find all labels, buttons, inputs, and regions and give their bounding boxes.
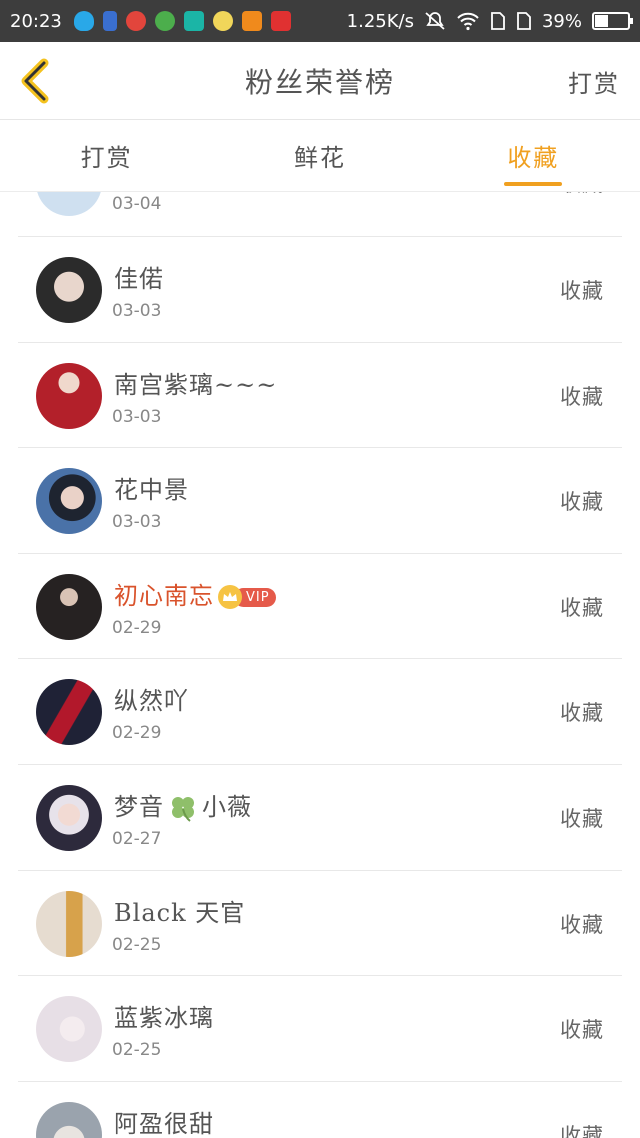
- item-name-part: 小薇: [202, 792, 252, 821]
- item-name: 佳偌: [114, 265, 164, 293]
- back-button[interactable]: [14, 56, 64, 106]
- item-action: 收藏: [560, 1123, 604, 1138]
- avatar: [36, 573, 102, 640]
- qiku-icon: [270, 11, 291, 31]
- tab-flowers[interactable]: 鲜花: [213, 120, 426, 191]
- page-title: 粉丝荣誉榜: [244, 65, 395, 99]
- sim2-icon: [517, 12, 531, 30]
- item-action: 收藏: [560, 384, 604, 409]
- item-name: 梦音 小薇: [114, 787, 252, 824]
- item-action: 收藏: [560, 1018, 604, 1043]
- tab-favorites[interactable]: 收藏: [427, 120, 640, 191]
- avatar: [36, 996, 102, 1063]
- item-action: 收藏: [560, 912, 604, 937]
- status-right: 1.25K/s 39%: [346, 10, 633, 32]
- item-name: 蓝紫冰璃: [114, 1004, 214, 1033]
- reward-button[interactable]: 打赏: [568, 64, 620, 99]
- sim1-icon: [491, 12, 505, 30]
- list-item[interactable]: 佳偌 03-03 收藏: [18, 237, 622, 343]
- tab-label: 打赏: [80, 144, 133, 172]
- status-bar: 20:23 1.25K/s 39%: [0, 0, 640, 42]
- tab-bar: 打赏 鲜花 收藏: [0, 120, 640, 192]
- item-name: 南宫紫璃~~~: [114, 370, 278, 399]
- avatar: [36, 1101, 102, 1138]
- vip-badge: VIP: [218, 585, 276, 610]
- battery-icon: [592, 12, 633, 30]
- item-date: 02-29: [112, 617, 162, 638]
- item-name: 花中景: [114, 476, 189, 505]
- tab-label: 鲜花: [293, 144, 346, 172]
- status-time: 20:23: [10, 10, 62, 32]
- item-date: 03-03: [112, 512, 162, 533]
- item-action: 收藏: [560, 490, 604, 515]
- item-date: 02-27: [112, 828, 162, 849]
- emoji-icon: [212, 11, 233, 31]
- battery-percent: 39%: [541, 10, 582, 32]
- list-item[interactable]: 纵然吖 02-29 收藏: [18, 659, 622, 765]
- item-action: 收藏: [560, 701, 604, 726]
- list-item[interactable]: 蓝紫冰璃 02-25 收藏: [18, 976, 622, 1082]
- item-date: 02-25: [112, 1040, 162, 1061]
- tab-label: 收藏: [507, 144, 560, 172]
- item-name: 阿盈很甜: [114, 1109, 214, 1138]
- compass-icon: [154, 11, 175, 31]
- avatar: [36, 362, 102, 429]
- wifi-icon: [457, 12, 479, 31]
- item-date: 02-29: [112, 723, 162, 744]
- list-item[interactable]: Black 天官 02-25 收藏: [18, 871, 622, 977]
- tower-icon: [102, 11, 117, 31]
- network-speed: 1.25K/s: [346, 10, 414, 32]
- list-item[interactable]: 梦音 小薇 02-27 收藏: [18, 765, 622, 871]
- tab-reward[interactable]: 打赏: [0, 120, 213, 191]
- list-item[interactable]: 花中景 03-03 收藏: [18, 448, 622, 554]
- clover-icon: [172, 797, 194, 823]
- list-item[interactable]: 初心南忘 VIP 02-29 收藏: [18, 554, 622, 660]
- item-date: 02-25: [112, 934, 162, 955]
- fan-list: 03-04 收藏 佳偌 03-03 收藏 南宫紫璃~~~ 03-03 收藏 花中…: [18, 130, 622, 1138]
- item-action: 收藏: [560, 279, 604, 303]
- avatar: [36, 468, 102, 535]
- screen: 20:23 1.25K/s 39% 粉丝荣誉榜 打赏 打赏 鲜花 收藏 03-0…: [0, 0, 640, 1138]
- tab-active-indicator: [504, 182, 563, 186]
- avatar: [36, 257, 102, 323]
- item-date: 03-03: [112, 406, 162, 427]
- item-name: Black 天官: [114, 898, 246, 927]
- qq-icon: [73, 11, 94, 31]
- scan-icon: [183, 11, 204, 31]
- item-date: 03-04: [112, 194, 162, 214]
- item-date: 03-03: [112, 301, 162, 321]
- item-name-part: 梦音: [114, 792, 164, 821]
- mute-icon: [425, 12, 445, 30]
- item-action: 收藏: [560, 806, 604, 831]
- browser-icon: [125, 11, 146, 31]
- item-name: 初心南忘 VIP: [114, 576, 276, 611]
- item-action: 收藏: [560, 595, 604, 620]
- mail-icon: [241, 11, 262, 31]
- list-item[interactable]: 南宫紫璃~~~ 03-03 收藏: [18, 343, 622, 449]
- list-item[interactable]: 阿盈很甜 收藏: [18, 1082, 622, 1138]
- avatar: [36, 784, 102, 851]
- item-name-text: 初心南忘: [114, 581, 214, 610]
- avatar: [36, 679, 102, 746]
- header: 粉丝荣誉榜 打赏: [0, 42, 640, 120]
- back-arrow-icon: [21, 58, 49, 104]
- avatar: [36, 890, 102, 957]
- item-name: 纵然吖: [114, 687, 189, 716]
